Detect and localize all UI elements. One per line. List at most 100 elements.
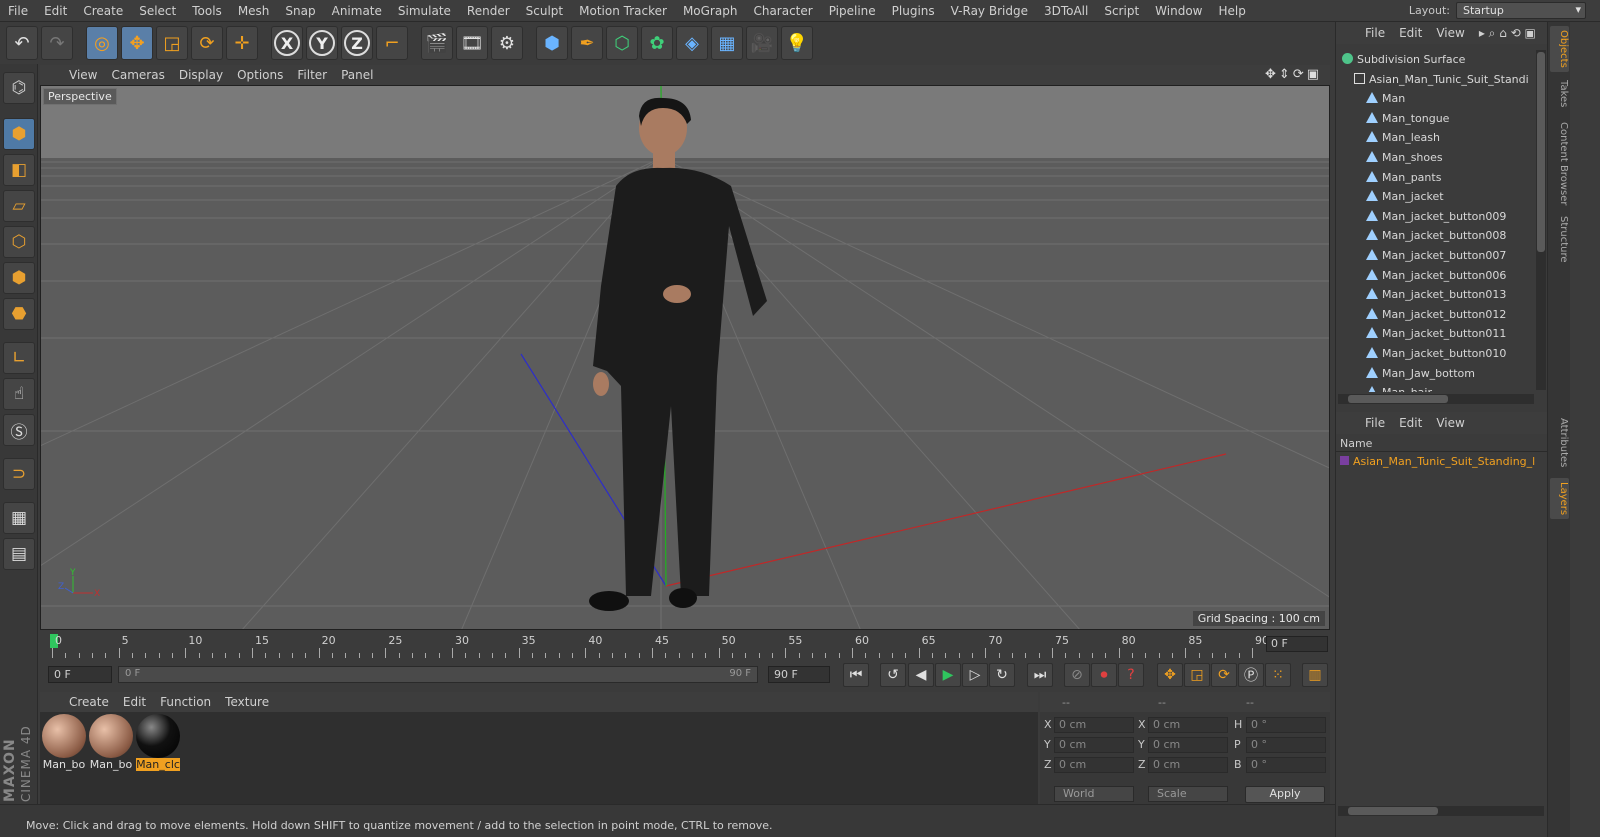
material-menu-edit[interactable]: Edit [116,695,153,709]
next-frame-icon[interactable]: ▷ [962,663,988,687]
viewport-menu-view[interactable]: View [62,68,104,82]
play-icon[interactable]: ▶ [935,663,961,687]
z-axis-icon[interactable]: Z [341,26,373,60]
menu-motion-tracker[interactable]: Motion Tracker [571,4,675,18]
object-row[interactable]: Subdivision Surface [1338,50,1534,70]
material-swatch[interactable]: Man_bo [89,714,133,771]
layout-select[interactable]: Startup [1456,2,1586,19]
tab-content-browser[interactable]: Content Browser [1550,118,1569,209]
start-frame-field[interactable]: 0 F [48,666,112,683]
render-view-icon[interactable]: 🎬 [421,26,453,60]
previous-frame-icon[interactable]: ◀ [908,663,934,687]
object-row[interactable]: Man_shoes [1338,148,1534,168]
cloner-icon[interactable]: ✿ [641,26,673,60]
viewport-menu-filter[interactable]: Filter [290,68,334,82]
object-row[interactable]: Man_leash [1338,128,1534,148]
menu-animate[interactable]: Animate [324,4,390,18]
perspective-viewport[interactable]: Y X Z Perspective Grid Spacing : 100 cm [40,85,1330,630]
tab-layers[interactable]: Layers [1550,478,1569,520]
viewport-menu-panel[interactable]: Panel [334,68,380,82]
material-swatch[interactable]: Man_bo [42,714,86,771]
scrollbar-thumb[interactable] [1537,52,1545,252]
model-mode-icon[interactable]: ⬢ [3,118,35,150]
autokey-icon[interactable]: ⏺ [1091,663,1117,687]
material-menu-texture[interactable]: Texture [218,695,276,709]
menu-simulate[interactable]: Simulate [390,4,459,18]
live-selection-icon[interactable]: ◎ [86,26,118,60]
viewport-menu-display[interactable]: Display [172,68,230,82]
edges-mode-icon[interactable]: ⬢ [3,262,35,294]
snap-icon[interactable]: ⊃ [3,458,35,490]
layer-row[interactable]: Asian_Man_Tunic_Suit_Standing_l [1336,452,1547,471]
key-position-icon[interactable]: ✥ [1157,663,1183,687]
solo-icon[interactable]: Ⓢ [3,414,35,446]
object-tree-hscrollbar[interactable] [1338,394,1534,404]
key-pla-icon[interactable]: ⁙ [1265,663,1291,687]
object-row[interactable]: Man_jacket_button013 [1338,285,1534,305]
object-row[interactable]: Man [1338,89,1534,109]
material-menu-function[interactable]: Function [153,695,218,709]
objects-menu-more-icon[interactable]: ▸ ⌕ ⌂ ⟲ ▣ [1472,26,1543,41]
object-row[interactable]: Man_pants [1338,168,1534,188]
menu-plugins[interactable]: Plugins [884,4,943,18]
position-y-field[interactable]: 0 cm [1054,737,1134,753]
planar-workplane-icon[interactable]: ▤ [3,538,35,570]
object-row[interactable]: Asian_Man_Tunic_Suit_Standi [1338,70,1534,90]
menu-pipeline[interactable]: Pipeline [821,4,884,18]
coordinate-system-icon[interactable]: ⌐ [376,26,408,60]
viewport-menu-cameras[interactable]: Cameras [104,68,171,82]
object-row[interactable]: Man_tongue [1338,109,1534,129]
object-row[interactable]: Man_hair [1338,383,1534,392]
points-mode-icon[interactable]: ⬡ [3,226,35,258]
position-x-field[interactable]: 0 cm [1054,717,1134,733]
menu-character[interactable]: Character [745,4,820,18]
go-to-end-icon[interactable]: ⏭ [1027,663,1053,687]
viewport-nav-icons[interactable]: ✥⇕⟳▣ [1265,67,1322,82]
object-row[interactable]: Man_jacket [1338,187,1534,207]
previous-key-icon[interactable]: ↺ [880,663,906,687]
workplane-icon[interactable]: ▱ [3,190,35,222]
go-to-start-icon[interactable]: ⏮ [843,663,869,687]
menu-render[interactable]: Render [459,4,518,18]
rotation-b-field[interactable]: 0 ° [1246,757,1326,773]
size-y-field[interactable]: 0 cm [1148,737,1228,753]
x-axis-icon[interactable]: X [271,26,303,60]
menu-select[interactable]: Select [131,4,184,18]
layers-menu-edit[interactable]: Edit [1392,416,1429,430]
objects-menu-edit[interactable]: Edit [1392,26,1429,40]
size-x-field[interactable]: 0 cm [1148,717,1228,733]
rotate-icon[interactable]: ⟳ [191,26,223,60]
render-settings-icon[interactable]: ⚙ [491,26,523,60]
size-z-field[interactable]: 0 cm [1148,757,1228,773]
timeline-window-icon[interactable]: ▥ [1302,663,1328,687]
pen-icon[interactable]: ✒ [571,26,603,60]
menu-script[interactable]: Script [1096,4,1147,18]
material-menu-create[interactable]: Create [62,695,116,709]
position-z-field[interactable]: 0 cm [1054,757,1134,773]
menu-tools[interactable]: Tools [184,4,230,18]
polygons-mode-icon[interactable]: ⬣ [3,298,35,330]
objects-menu-view[interactable]: View [1429,26,1471,40]
object-tree-scrollbar[interactable] [1536,50,1546,390]
make-editable-icon[interactable]: ⌬ [3,72,35,104]
move-icon[interactable]: ✥ [121,26,153,60]
coordinate-space-select[interactable]: World [1054,786,1134,802]
recent-tool-icon[interactable]: ✛ [226,26,258,60]
scale-icon[interactable]: ◲ [156,26,188,60]
camera-icon[interactable]: 🎥 [746,26,778,60]
deformer-icon[interactable]: ◈ [676,26,708,60]
frame-range-slider[interactable]: 0 F 90 F [118,666,758,683]
next-key-icon[interactable]: ↻ [989,663,1015,687]
rotation-p-field[interactable]: 0 ° [1246,737,1326,753]
tab-structure[interactable]: Structure [1550,212,1569,267]
texture-mode-icon[interactable]: ◧ [3,154,35,186]
timeline-ruler[interactable]: 0 5 10 15 20 25 30 35 40 45 50 55 60 65 70 75 80 85 90 [40,632,1269,658]
scrollbar-thumb[interactable] [1348,807,1438,815]
locked-workplane-icon[interactable]: ▦ [3,502,35,534]
tab-takes[interactable]: Takes [1550,76,1569,111]
apply-button[interactable]: Apply [1245,786,1325,803]
light-icon[interactable]: 💡 [781,26,813,60]
rotation-h-field[interactable]: 0 ° [1246,717,1326,733]
y-axis-icon[interactable]: Y [306,26,338,60]
subdivision-icon[interactable]: ⬡ [606,26,638,60]
